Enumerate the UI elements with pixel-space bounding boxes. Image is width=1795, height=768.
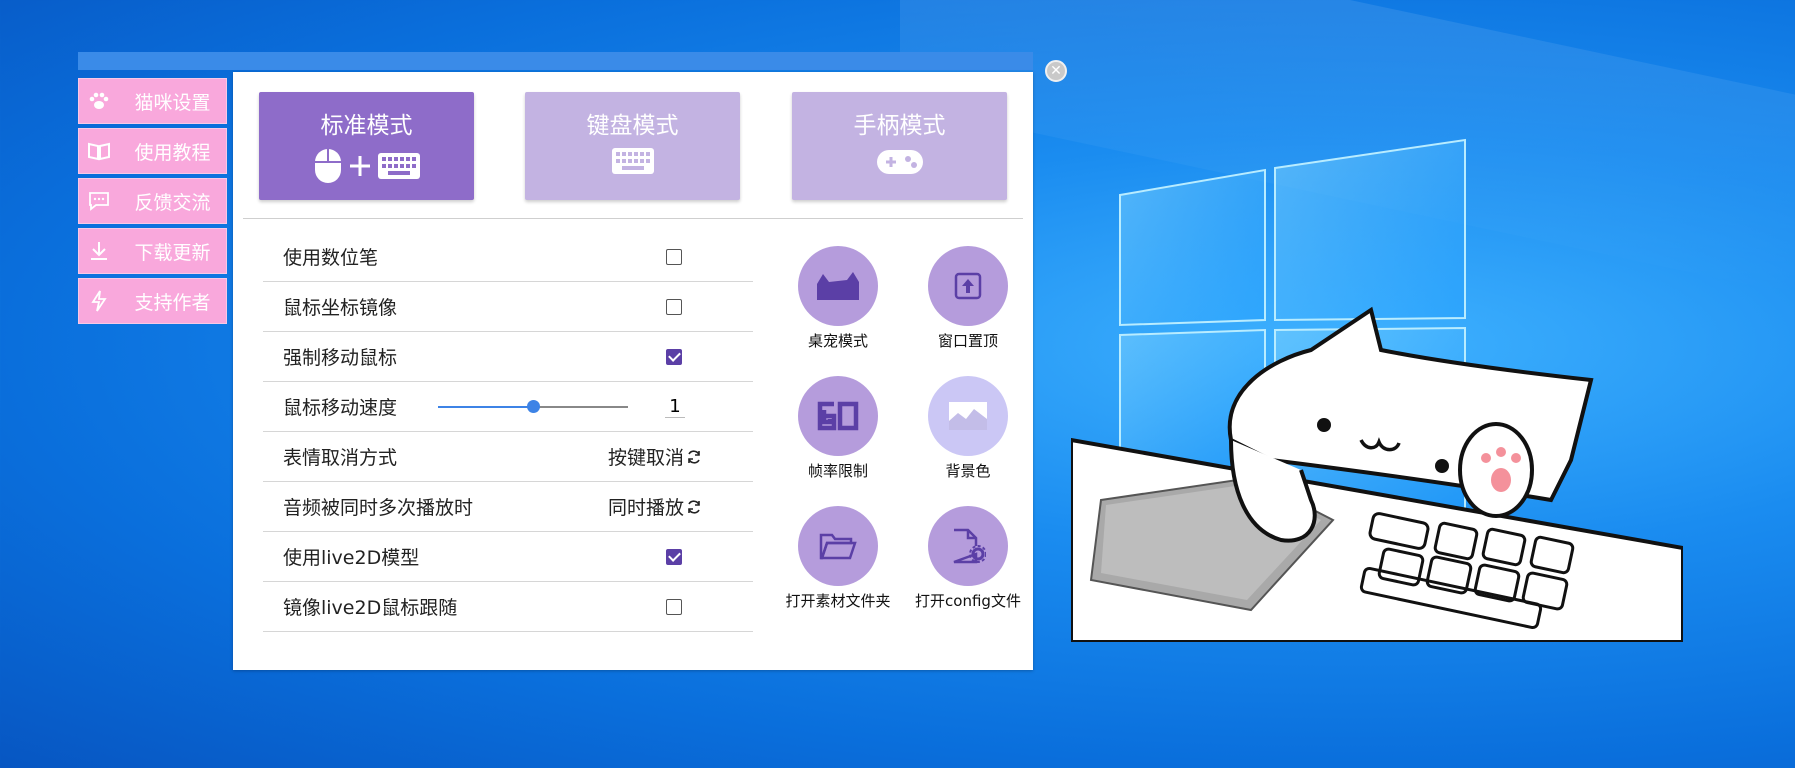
lightning-icon: [79, 290, 119, 312]
pin-top-icon: [954, 272, 982, 300]
close-icon: ✕: [1050, 63, 1062, 79]
setting-label: 音频被同时多次播放时: [283, 497, 474, 519]
background-color-circle: [928, 376, 1008, 456]
tool-label: 帧率限制: [807, 462, 868, 480]
tool-label: 窗口置顶: [937, 332, 998, 350]
frame-rate-circle: [798, 376, 878, 456]
setting-row-force-move: 强制移动鼠标: [263, 332, 753, 382]
audio-overlap-selector[interactable]: 同时播放: [608, 493, 702, 520]
setting-row-mouse-mirror: 鼠标坐标镜像: [263, 282, 753, 332]
tool-label: 打开素材文件夹: [785, 592, 891, 610]
sidebar-item-update[interactable]: 下载更新: [78, 228, 227, 274]
refresh-icon: [688, 499, 700, 514]
setting-label: 强制移动鼠标: [283, 347, 398, 369]
divider: [243, 218, 1023, 219]
desktop-pet-mode-button[interactable]: 桌宠模式: [778, 246, 898, 351]
settings-list: 使用数位笔 鼠标坐标镜像 强制移动鼠标 鼠标移动速度 1 表情取消方式 按键取消: [263, 232, 753, 632]
cat-preview: [1071, 306, 1683, 642]
folder-open-icon: [819, 533, 857, 560]
setting-label: 使用数位笔: [283, 247, 379, 269]
tool-label: 桌宠模式: [807, 332, 868, 350]
background-color-button[interactable]: 背景色: [908, 376, 1028, 481]
sidebar-item-label: 使用教程: [134, 141, 211, 164]
plus-icon: [349, 156, 370, 176]
setting-label: 表情取消方式: [283, 447, 398, 469]
window-on-top-button[interactable]: 窗口置顶: [908, 246, 1028, 351]
audio-overlap-value: 同时播放: [608, 497, 685, 519]
cat-silhouette-icon: [817, 272, 859, 300]
setting-row-use-pen: 使用数位笔: [263, 232, 753, 282]
tool-label: 打开config文件: [915, 592, 1021, 610]
setting-label: 鼠标坐标镜像: [283, 297, 398, 319]
settings-panel: 标准模式 键盘模式 手柄模式 使用数位笔 鼠标坐标镜像 强制移动鼠标 鼠标移动速…: [233, 72, 1033, 670]
sidebar-item-label: 猫咪设置: [134, 91, 211, 114]
config-file-icon: [953, 528, 986, 564]
mouse-speed-slider[interactable]: [438, 399, 628, 413]
refresh-icon: [688, 449, 700, 464]
setting-row-emote-cancel: 表情取消方式 按键取消: [263, 432, 753, 482]
setting-row-use-live2d: 使用live2D模型: [263, 532, 753, 582]
setting-label: 镜像live2D鼠标跟随: [283, 597, 458, 619]
open-assets-folder-button[interactable]: 打开素材文件夹: [778, 506, 898, 611]
mirror-live2d-checkbox[interactable]: [666, 598, 682, 615]
slider-knob[interactable]: [527, 399, 540, 413]
open-config-circle: [928, 506, 1008, 586]
sidebar-item-tutorial[interactable]: 使用教程: [78, 128, 227, 174]
sidebar-item-label: 下载更新: [134, 241, 211, 264]
sidebar-item-feedback[interactable]: 反馈交流: [78, 178, 227, 224]
slider-fill: [438, 405, 533, 408]
sidebar-item-label: 反馈交流: [134, 191, 211, 214]
chat-icon: [79, 191, 119, 211]
use-live2d-checkbox[interactable]: [666, 548, 682, 565]
keyboard-icon: [611, 148, 654, 174]
sidebar: 猫咪设置 使用教程 反馈交流 下载更新 支持作者: [78, 78, 227, 328]
window-on-top-circle: [928, 246, 1008, 326]
fps-60-icon: [817, 401, 859, 431]
mode-label: 标准模式: [320, 113, 413, 139]
book-icon: [79, 141, 119, 161]
mouse-icon: [314, 149, 341, 183]
frame-rate-limit-button[interactable]: 帧率限制: [778, 376, 898, 481]
mode-label: 手柄模式: [853, 113, 946, 139]
tab-standard-mode[interactable]: 标准模式: [259, 92, 474, 200]
mouse-speed-value[interactable]: 1: [665, 396, 685, 418]
keyboard-icon: [377, 153, 420, 179]
emote-cancel-value: 按键取消: [608, 447, 685, 469]
open-config-file-button[interactable]: 打开config文件: [908, 506, 1028, 611]
setting-row-mouse-speed: 鼠标移动速度 1: [263, 382, 753, 432]
setting-label: 鼠标移动速度: [283, 397, 398, 419]
tab-gamepad-mode[interactable]: 手柄模式: [792, 92, 1007, 200]
mode-label: 键盘模式: [586, 113, 679, 139]
sidebar-item-label: 支持作者: [134, 291, 211, 314]
close-button[interactable]: ✕: [1045, 60, 1067, 82]
force-move-checkbox[interactable]: [666, 348, 682, 365]
emote-cancel-selector[interactable]: 按键取消: [608, 443, 702, 470]
sidebar-item-cat-settings[interactable]: 猫咪设置: [78, 78, 227, 124]
open-folder-circle: [798, 506, 878, 586]
paw-icon: [79, 91, 119, 111]
desktop-pet-circle: [798, 246, 878, 326]
window-titlebar[interactable]: [78, 52, 1033, 70]
tool-label: 背景色: [945, 462, 991, 480]
background-image-icon: [949, 402, 987, 430]
setting-row-mirror-live2d: 镜像live2D鼠标跟随: [263, 582, 753, 632]
mouse-mirror-checkbox[interactable]: [666, 298, 682, 315]
download-icon: [79, 241, 119, 261]
sidebar-item-support[interactable]: 支持作者: [78, 278, 227, 324]
tab-keyboard-mode[interactable]: 键盘模式: [525, 92, 740, 200]
setting-row-audio-overlap: 音频被同时多次播放时 同时播放: [263, 482, 753, 532]
use-pen-checkbox[interactable]: [666, 248, 682, 265]
gamepad-icon: [876, 150, 923, 174]
setting-label: 使用live2D模型: [283, 547, 420, 569]
